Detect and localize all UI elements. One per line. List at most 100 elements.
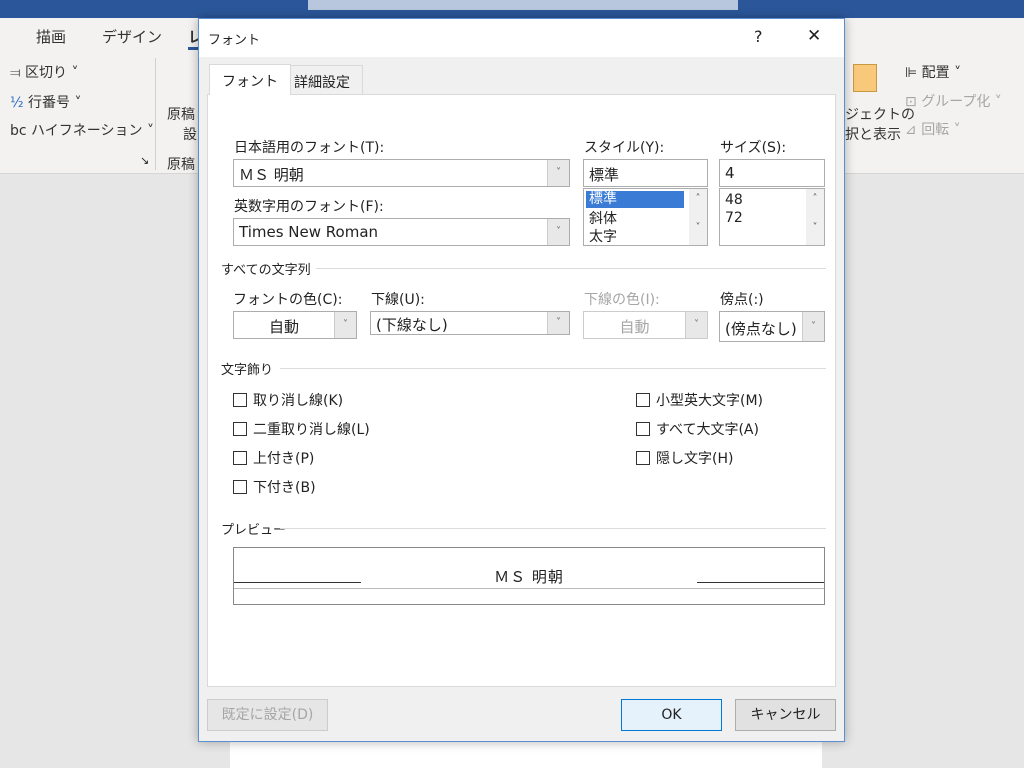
list-item[interactable]: 標準 (586, 191, 684, 208)
ribbon-tab-draw[interactable]: 描画 (36, 26, 66, 47)
underline-color-select[interactable]: 自動 ˅ (583, 311, 708, 339)
hyphenation-icon: bc (10, 123, 32, 139)
checkbox-label: 隠し文字(H) (656, 451, 734, 467)
size-input[interactable]: 4 (719, 159, 825, 187)
checkbox-label: 下付き(B) (253, 480, 316, 496)
jp-font-label: 日本語用のフォント(T): (234, 140, 385, 156)
style-list[interactable]: 標準 斜体 太字 ˄ ˅ (583, 188, 708, 246)
strikethrough-checkbox[interactable]: 取り消し線(K) (233, 390, 343, 410)
checkbox-label: 小型英大文字(M) (656, 393, 764, 409)
chevron-up-icon[interactable]: ˄ (689, 193, 707, 204)
rotate-button[interactable]: ⊿ 回転 ˅ (905, 119, 961, 139)
font-color-label: フォントの色(C): (233, 292, 343, 308)
checkbox-icon[interactable] (233, 393, 247, 407)
tab-advanced[interactable]: 詳細設定 (281, 65, 363, 94)
manuscript-label: 設 (183, 127, 197, 143)
underline-color-label: 下線の色(I): (584, 292, 660, 308)
checkbox-label: 二重取り消し線(L) (253, 422, 370, 438)
style-label: スタイル(Y): (584, 140, 665, 156)
chevron-down-icon: ˅ (547, 219, 569, 245)
group-button[interactable]: ⊡ グループ化 ˅ (905, 91, 1002, 111)
help-button[interactable]: ? (754, 27, 763, 46)
en-font-select[interactable]: Times New Roman ˅ (233, 218, 570, 246)
set-default-button[interactable]: 既定に設定(D) (207, 699, 328, 731)
line-numbers-icon: ½ (10, 95, 29, 111)
double-strikethrough-checkbox[interactable]: 二重取り消し線(L) (233, 419, 370, 439)
checkbox-icon[interactable] (233, 480, 247, 494)
divider (280, 368, 826, 369)
breaks-icon: ⫤ (10, 65, 26, 81)
chevron-down-icon: ˅ (547, 160, 569, 186)
size-value: 4 (725, 164, 735, 182)
checkbox-label: 取り消し線(K) (253, 393, 344, 409)
checkbox-icon[interactable] (636, 393, 650, 407)
scrollbar[interactable]: ˄ ˅ (806, 189, 824, 245)
scrollbar[interactable]: ˄ ˅ (689, 189, 707, 245)
font-dialog: フォント ? ✕ フォント 詳細設定 日本語用のフォント(T): ＭＳ 明朝 ˅ … (198, 18, 845, 742)
small-caps-checkbox[interactable]: 小型英大文字(M) (636, 390, 763, 410)
font-tab-panel: 日本語用のフォント(T): ＭＳ 明朝 ˅ 英数字用のフォント(F): Times… (207, 94, 836, 687)
all-text-section-label: すべての文字列 (221, 263, 311, 278)
underline-value: (下線なし) (376, 316, 448, 334)
underline-label: 下線(U): (371, 292, 425, 308)
align-icon: ⊫ (905, 65, 922, 81)
tab-font[interactable]: フォント (209, 64, 291, 95)
checkbox-icon[interactable] (636, 451, 650, 465)
style-input[interactable]: 標準 (583, 159, 708, 187)
size-label: サイズ(S): (720, 140, 787, 156)
effects-section-label: 文字飾り (221, 363, 274, 378)
group-divider (155, 58, 156, 170)
chevron-down-icon: ˅ (685, 312, 707, 338)
all-caps-checkbox[interactable]: すべて大文字(A) (636, 419, 759, 439)
close-button[interactable]: ✕ (807, 26, 821, 46)
emphasis-select[interactable]: (傍点なし) ˅ (719, 311, 825, 342)
preview-box: ＭＳ 明朝 (233, 547, 825, 605)
ribbon-tab-design[interactable]: デザイン (102, 26, 162, 47)
selection-pane-icon (853, 64, 877, 92)
superscript-checkbox[interactable]: 上付き(P) (233, 448, 314, 468)
dialog-title: フォント (208, 33, 261, 48)
dialog-launcher-icon[interactable]: ↘ (140, 154, 149, 167)
rotate-icon: ⊿ (905, 122, 922, 138)
subscript-checkbox[interactable]: 下付き(B) (233, 477, 316, 497)
breaks-button[interactable]: ⫤ 区切り ˅ (10, 62, 78, 82)
underline-select[interactable]: (下線なし) ˅ (370, 311, 570, 335)
jp-font-select[interactable]: ＭＳ 明朝 ˅ (233, 159, 570, 187)
chevron-down-icon: ˅ (334, 312, 356, 338)
selection-pane-label: 択と表示 (845, 127, 901, 143)
chevron-down-icon: ˅ (547, 312, 569, 334)
checkbox-icon[interactable] (233, 451, 247, 465)
underline-color-value: 自動 (619, 318, 650, 336)
line-numbers-button[interactable]: ½ 行番号 ˅ (10, 92, 81, 112)
hidden-checkbox[interactable]: 隠し文字(H) (636, 448, 733, 468)
checkbox-label: すべて大文字(A) (656, 422, 759, 438)
align-button[interactable]: ⊫ 配置 ˅ (905, 62, 961, 82)
font-color-value: 自動 (268, 318, 299, 336)
font-color-select[interactable]: 自動 ˅ (233, 311, 357, 339)
search-box[interactable] (308, 0, 738, 10)
chevron-down-icon[interactable]: ˅ (806, 222, 824, 233)
en-font-value: Times New Roman (239, 223, 379, 241)
jp-font-value: ＭＳ 明朝 (239, 166, 304, 184)
preview-line (234, 588, 824, 589)
group-icon: ⊡ (905, 94, 922, 110)
chevron-up-icon[interactable]: ˄ (806, 193, 824, 204)
size-list[interactable]: 48 72 ˄ ˅ (719, 188, 825, 246)
hyphenation-button[interactable]: bc ハイフネーション ˅ (10, 120, 154, 140)
manuscript-button[interactable]: 原稿 (167, 104, 195, 124)
checkbox-icon[interactable] (233, 422, 247, 436)
group-label: 原稿 (167, 157, 195, 173)
divider (316, 268, 826, 269)
en-font-label: 英数字用のフォント(F): (234, 199, 384, 215)
chevron-down-icon: ˅ (802, 312, 824, 341)
preview-section-label: プレビュー (221, 523, 287, 538)
emphasis-value: (傍点なし) (725, 320, 797, 338)
cancel-button[interactable]: キャンセル (735, 699, 836, 731)
ok-button[interactable]: OK (621, 699, 722, 731)
style-value: 標準 (589, 166, 620, 184)
preview-text: ＭＳ 明朝 (494, 568, 564, 586)
chevron-down-icon[interactable]: ˅ (689, 222, 707, 233)
emphasis-label: 傍点(:) (720, 292, 764, 308)
dialog-title-bar: フォント ? ✕ (199, 19, 844, 57)
checkbox-icon[interactable] (636, 422, 650, 436)
